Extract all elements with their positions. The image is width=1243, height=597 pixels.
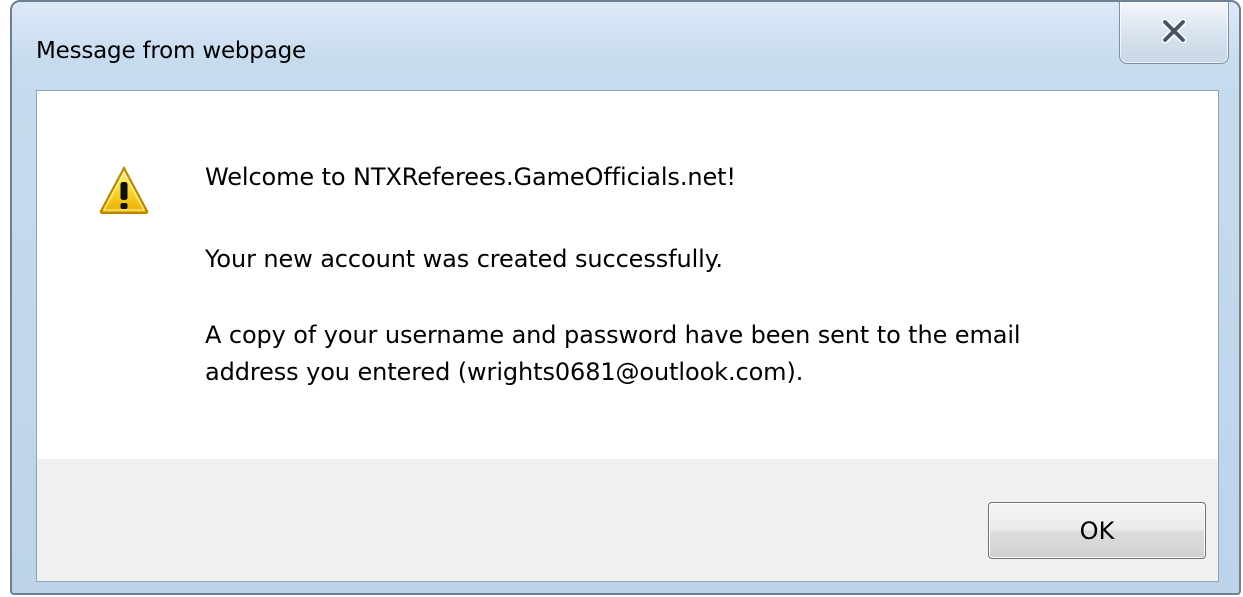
credentials-sent-message: A copy of your username and password hav… (205, 317, 1021, 391)
credentials-line-2: address you entered (wrights0681@outlook… (205, 358, 804, 386)
close-button[interactable] (1119, 2, 1229, 64)
ok-button[interactable]: OK (988, 502, 1206, 559)
welcome-message: Welcome to NTXReferees.GameOfficials.net… (205, 163, 736, 191)
credentials-line-1: A copy of your username and password hav… (205, 321, 1021, 349)
dialog-client-area: Welcome to NTXReferees.GameOfficials.net… (36, 90, 1219, 582)
title-bar[interactable]: Message from webpage (12, 2, 1239, 88)
dialog-title: Message from webpage (36, 38, 306, 64)
warning-icon (99, 166, 149, 214)
close-icon (1162, 19, 1186, 43)
account-created-message: Your new account was created successfull… (205, 245, 723, 273)
message-content: Welcome to NTXReferees.GameOfficials.net… (37, 91, 1218, 459)
message-dialog-window: Message from webpage Welcome to NTXRefer… (10, 0, 1241, 595)
dialog-button-bar: OK (37, 459, 1218, 581)
